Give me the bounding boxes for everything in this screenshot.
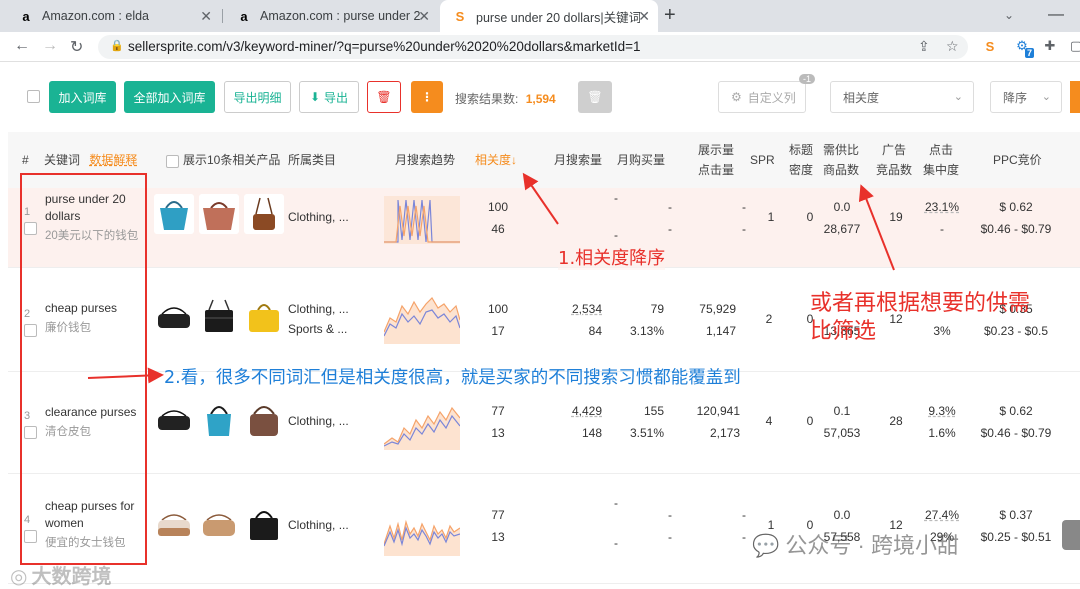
annotation-coverage: 2.看，很多不同词汇但是相关度很高，就是买家的不同搜索习惯都能覆盖到	[164, 368, 741, 388]
annotation-relevance-sort: 1.相关度降序	[558, 244, 666, 270]
watermark-left: ◎ 大数跨境	[10, 566, 112, 588]
annotation-supply-ratio: 或者再根据想要的供需 比筛选	[810, 291, 1031, 344]
watermark-logo-icon: ◎	[10, 566, 28, 588]
watermark-right: 💬 公众号 · 跨境小甜	[752, 533, 959, 558]
wechat-icon: 💬	[752, 533, 780, 558]
